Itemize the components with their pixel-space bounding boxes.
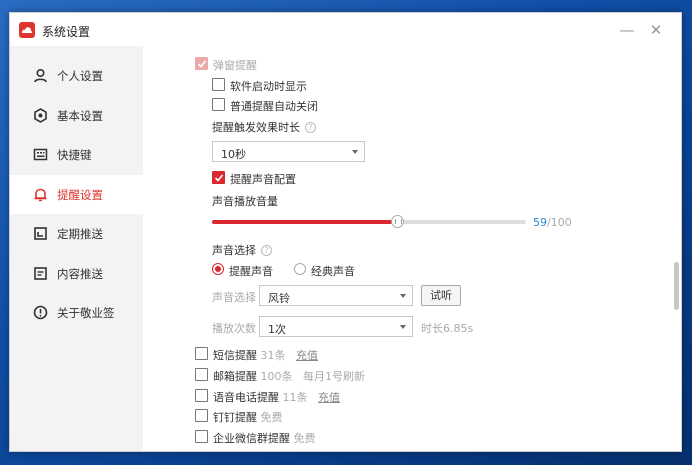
sidebar-item-shortcuts[interactable]: 快捷键	[10, 135, 143, 174]
play-times-label: 播放次数	[212, 322, 256, 335]
sound-config-label: 提醒声音配置	[230, 173, 296, 186]
checkmark-icon	[197, 60, 207, 68]
wechat-reminder-row: 企业微信群提醒 免费	[213, 432, 316, 445]
volume-slider-fill	[212, 220, 398, 224]
trigger-duration-label: 提醒触发效果时长?	[212, 119, 316, 135]
classic-sound-radio[interactable]	[294, 263, 306, 275]
keyboard-icon	[33, 148, 48, 161]
sound-choice-label: 声音选择	[212, 291, 256, 304]
chevron-down-icon	[352, 150, 358, 154]
sound-duration-info: 时长6.85s	[421, 322, 474, 335]
sidebar-item-label: 定期推送	[57, 227, 103, 241]
volume-slider[interactable]	[212, 215, 526, 228]
dingtalk-reminder-checkbox[interactable]	[195, 409, 208, 422]
sidebar-item-about[interactable]: 关于敬业签	[10, 293, 143, 332]
settings-window: 系统设置 — ✕ 个人设置 基本设置 快捷键 提醒设置 定期推送 内容推送 关于…	[9, 12, 682, 452]
volume-readout: 59/100	[533, 216, 572, 229]
trigger-duration-select[interactable]: 10秒	[212, 141, 365, 162]
voice-reminder-checkbox[interactable]	[195, 389, 208, 402]
sidebar-item-label: 关于敬业签	[57, 306, 115, 320]
sound-selection-title: 声音选择?	[212, 242, 272, 258]
sound-choice-select[interactable]: 风铃	[259, 285, 413, 306]
reminder-sound-label: 提醒声音	[229, 265, 273, 278]
person-icon	[34, 68, 47, 83]
popup-reminder-label: 弹窗提醒	[213, 59, 257, 72]
reminder-sound-radio[interactable]	[212, 263, 224, 275]
auto-close-checkbox[interactable]	[212, 98, 225, 111]
email-reminder-row: 邮箱提醒 100条 每月1号刷新	[213, 370, 365, 383]
volume-slider-handle[interactable]	[391, 215, 405, 228]
document-icon	[34, 267, 47, 280]
trigger-duration-value: 10秒	[221, 148, 246, 161]
email-reminder-checkbox[interactable]	[195, 368, 208, 381]
sidebar: 个人设置 基本设置 快捷键 提醒设置 定期推送 内容推送 关于敬业签	[10, 46, 143, 451]
info-icon	[33, 305, 48, 320]
help-icon[interactable]: ?	[261, 245, 272, 256]
try-listen-button[interactable]: 试听	[421, 285, 461, 306]
title-bar[interactable]: 系统设置 — ✕	[10, 13, 681, 46]
popup-reminder-checkbox[interactable]	[195, 57, 208, 70]
sidebar-item-label: 快捷键	[57, 148, 92, 162]
app-logo-icon	[19, 22, 35, 38]
startup-display-checkbox[interactable]	[212, 78, 225, 91]
checkmark-icon	[214, 174, 224, 182]
settings-content: 弹窗提醒 软件启动时显示 普通提醒自动关闭 提醒触发效果时长? 10秒 提醒声音…	[143, 46, 681, 451]
sidebar-item-reminders[interactable]: 提醒设置	[10, 175, 143, 214]
sidebar-item-basic[interactable]: 基本设置	[10, 96, 143, 135]
volume-label: 声音播放音量	[212, 195, 278, 208]
sidebar-item-label: 内容推送	[57, 267, 103, 281]
sound-config-checkbox[interactable]	[212, 171, 225, 184]
bell-icon	[34, 188, 47, 202]
watermark: https://blog.csdn.net/saily	[500, 437, 656, 451]
voice-recharge-link[interactable]: 充值	[318, 391, 340, 404]
content-scrollbar[interactable]	[674, 262, 679, 310]
window-title: 系统设置	[42, 25, 91, 39]
voice-reminder-row: 语音电话提醒 11条 充值	[213, 391, 340, 404]
classic-sound-label: 经典声音	[311, 265, 355, 278]
chevron-down-icon	[400, 294, 406, 298]
wechat-reminder-checkbox[interactable]	[195, 430, 208, 443]
close-button[interactable]: ✕	[647, 21, 665, 39]
sidebar-item-label: 个人设置	[57, 69, 103, 83]
sidebar-item-label: 基本设置	[57, 109, 103, 123]
minimize-button[interactable]: —	[618, 21, 636, 39]
sidebar-item-scheduled-push[interactable]: 定期推送	[10, 214, 143, 253]
settings-icon	[34, 108, 47, 123]
sms-recharge-link[interactable]: 充值	[296, 349, 318, 362]
sound-choice-value: 风铃	[268, 292, 290, 305]
auto-close-label: 普通提醒自动关闭	[230, 100, 318, 113]
calendar-icon	[34, 227, 47, 240]
dingtalk-reminder-row: 钉钉提醒 免费	[213, 411, 283, 424]
help-icon[interactable]: ?	[305, 122, 316, 133]
sidebar-item-personal[interactable]: 个人设置	[10, 56, 143, 95]
play-times-select[interactable]: 1次	[259, 316, 413, 337]
startup-display-label: 软件启动时显示	[230, 80, 307, 93]
sidebar-item-label: 提醒设置	[57, 188, 103, 202]
sidebar-item-content-push[interactable]: 内容推送	[10, 254, 143, 293]
play-times-value: 1次	[268, 323, 286, 336]
chevron-down-icon	[400, 325, 406, 329]
sms-reminder-row: 短信提醒 31条 充值	[213, 349, 318, 362]
sms-reminder-checkbox[interactable]	[195, 347, 208, 360]
